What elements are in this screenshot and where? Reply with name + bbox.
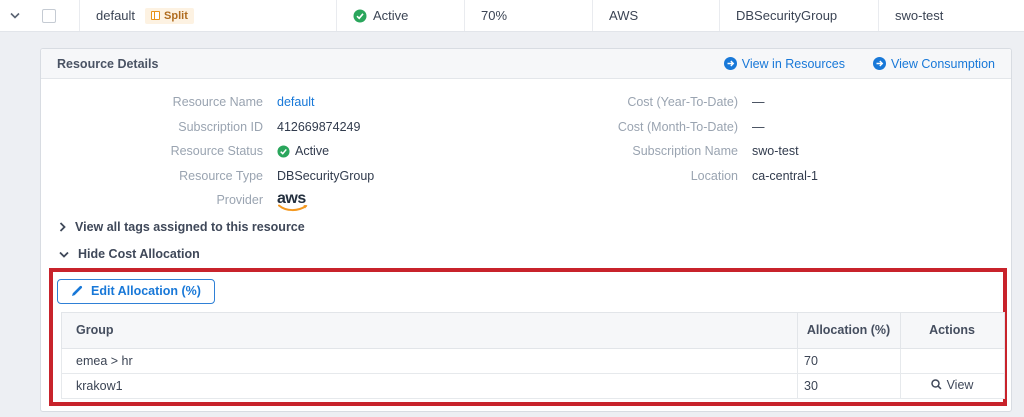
- field-location: Location ca-central-1: [528, 164, 1011, 189]
- allocation-cell: 70: [797, 347, 901, 374]
- view-consumption-link[interactable]: View Consumption: [873, 57, 995, 71]
- actions-cell: View: [900, 372, 1005, 399]
- chevron-down-icon: [10, 12, 20, 19]
- row-type-value: DBSecurityGroup: [736, 8, 838, 23]
- split-icon: [151, 11, 161, 20]
- chevron-down-icon: [59, 251, 69, 258]
- hide-cost-allocation-label: Hide Cost Allocation: [78, 247, 200, 261]
- field-resource-name: Resource Name default: [41, 90, 528, 115]
- row-type-cell: DBSecurityGroup: [720, 0, 879, 31]
- allocation-column-header: Allocation (%): [797, 311, 901, 349]
- resource-name-link[interactable]: default: [277, 95, 315, 109]
- allocation-cell: 30: [797, 372, 901, 399]
- row-resource-name: default: [96, 8, 136, 23]
- row-name-cell: default Split: [80, 0, 337, 31]
- location-value: ca-central-1: [752, 168, 818, 183]
- view-all-tags-label: View all tags assigned to this resource: [75, 220, 305, 234]
- row-provider-value: AWS: [609, 8, 639, 23]
- resource-status-value: Active: [295, 144, 330, 159]
- row-subscription-value: swo-test: [895, 8, 944, 23]
- field-provider: Provider aws: [41, 188, 528, 213]
- field-label: Subscription ID: [178, 119, 263, 134]
- resource-type-value: DBSecurityGroup: [277, 168, 375, 183]
- chevron-right-icon: [59, 222, 66, 232]
- split-badge-label: Split: [164, 9, 188, 22]
- check-circle-icon: [353, 9, 367, 23]
- field-label: Resource Status: [170, 144, 263, 159]
- check-circle-icon: [277, 145, 290, 158]
- arrow-circle-icon: [723, 57, 737, 70]
- view-allocation-label: View: [946, 377, 974, 392]
- field-cost-mtd: Cost (Month-To-Date) —: [528, 115, 1011, 140]
- view-consumption-label: View Consumption: [891, 56, 995, 71]
- row-subscription-cell: swo-test: [879, 0, 1024, 31]
- allocation-table-row: emea > hr 70: [61, 347, 1005, 374]
- row-checkbox-cell: [30, 0, 80, 31]
- edit-allocation-label: Edit Allocation (%): [91, 284, 201, 298]
- panel-title: Resource Details: [57, 56, 159, 71]
- field-resource-status: Resource Status Active: [41, 139, 528, 164]
- field-cost-ytd: Cost (Year-To-Date) —: [528, 90, 1011, 115]
- row-allocation-value: 70%: [481, 8, 508, 23]
- group-cell: emea > hr: [61, 347, 798, 374]
- magnifier-icon: [930, 379, 942, 390]
- arrow-circle-icon: [873, 57, 886, 70]
- row-status-label: Active: [373, 8, 409, 23]
- field-label: Resource Name: [172, 95, 263, 110]
- aws-smile-icon: [278, 204, 308, 212]
- group-cell: krakow1: [61, 372, 798, 399]
- field-label: Provider: [216, 193, 263, 208]
- actions-column-header: Actions: [900, 311, 1005, 349]
- field-label: Cost (Month-To-Date): [617, 119, 738, 134]
- field-label: Resource Type: [179, 168, 263, 183]
- resource-table-row[interactable]: default Split Active 70% AWS DBSecurityG…: [0, 0, 1024, 32]
- split-badge: Split: [145, 7, 194, 24]
- cost-ytd-value: —: [752, 95, 765, 110]
- subscription-name-value: swo-test: [752, 144, 799, 159]
- allocation-table-header-row: Group Allocation (%) Actions: [61, 311, 1005, 349]
- cost-allocation-highlight-box: Edit Allocation (%) Group Allocation (%)…: [49, 267, 1007, 406]
- field-subscription-name: Subscription Name swo-test: [528, 139, 1011, 164]
- row-status-cell: Active: [337, 0, 465, 31]
- allocation-table-row: krakow1 30 View: [61, 372, 1005, 399]
- row-provider-cell: AWS: [593, 0, 720, 31]
- actions-cell: [900, 347, 1005, 374]
- detail-fields: Resource Name default Subscription ID 41…: [41, 79, 1011, 213]
- edit-allocation-button[interactable]: Edit Allocation (%): [57, 278, 215, 304]
- row-allocation-cell: 70%: [465, 0, 593, 31]
- view-in-resources-label: View in Resources: [741, 56, 845, 71]
- group-column-header: Group: [61, 311, 798, 349]
- allocation-table: Group Allocation (%) Actions emea > hr 7…: [61, 311, 1005, 399]
- field-label: Subscription Name: [632, 144, 738, 159]
- view-allocation-button[interactable]: View: [930, 377, 974, 392]
- pencil-icon: [71, 285, 83, 297]
- field-label: Cost (Year-To-Date): [627, 95, 738, 110]
- view-all-tags-toggle[interactable]: View all tags assigned to this resource: [59, 219, 1011, 236]
- aws-logo: aws: [277, 190, 308, 212]
- hide-cost-allocation-toggle[interactable]: Hide Cost Allocation: [59, 246, 1011, 263]
- view-in-resources-link[interactable]: View in Resources: [723, 56, 845, 71]
- row-expand-chevron[interactable]: [0, 0, 30, 31]
- panel-header: Resource Details View in Resources View …: [41, 49, 1011, 79]
- field-resource-type: Resource Type DBSecurityGroup: [41, 164, 528, 189]
- field-label: Location: [690, 168, 738, 183]
- subscription-id-value: 412669874249: [277, 119, 361, 134]
- row-checkbox[interactable]: [42, 8, 56, 23]
- resource-details-panel: Resource Details View in Resources View …: [40, 48, 1012, 412]
- cost-mtd-value: —: [752, 119, 765, 134]
- field-subscription-id: Subscription ID 412669874249: [41, 115, 528, 140]
